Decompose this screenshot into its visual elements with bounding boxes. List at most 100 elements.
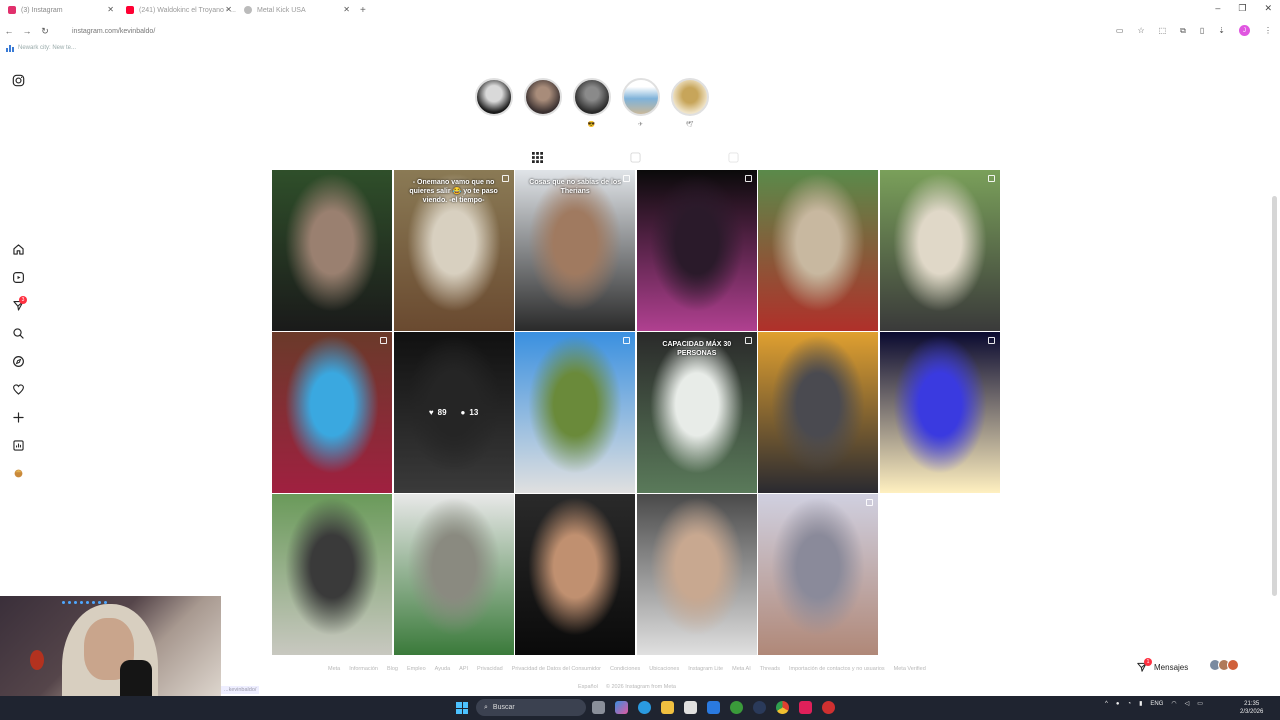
footer-link[interactable]: Información <box>349 666 378 672</box>
tab-metal-kick[interactable]: Metal Kick USA ✕ <box>236 0 354 20</box>
post-thumbnail[interactable] <box>758 170 879 331</box>
footer-link[interactable]: Threads <box>760 666 780 672</box>
reels-icon[interactable] <box>8 267 28 287</box>
post-thumbnail[interactable] <box>758 494 879 655</box>
footer-link[interactable]: Privacidad <box>477 666 503 672</box>
highlight-item[interactable] <box>523 78 562 129</box>
vscode-icon[interactable] <box>707 701 720 714</box>
highlight-item[interactable]: ✈ <box>621 78 660 129</box>
app-icon[interactable] <box>822 701 835 714</box>
messages-icon[interactable]: 3 <box>8 295 28 315</box>
chrome-icon[interactable] <box>776 701 789 714</box>
post-thumbnail[interactable] <box>879 332 1000 493</box>
footer-link[interactable]: Privacidad de Datos del Consumidor <box>512 666 601 672</box>
menu-dots-icon[interactable]: ⋮ <box>1264 26 1272 35</box>
post-thumbnail[interactable] <box>272 170 392 331</box>
footer-link[interactable]: Ubicaciones <box>649 666 679 672</box>
highlight-item[interactable]: 🕊 <box>670 78 709 129</box>
post-thumbnail[interactable] <box>758 332 879 493</box>
close-tab-icon[interactable]: ✕ <box>225 5 232 14</box>
forward-icon[interactable]: → <box>18 26 36 36</box>
puzzle-icon[interactable]: ⧉ <box>1180 26 1186 36</box>
tab-youtube[interactable]: (241) Waldokinc el Troyano - ... ✕ <box>118 0 236 20</box>
highlight-item[interactable]: 😎 <box>572 78 611 129</box>
explore-icon[interactable] <box>8 351 28 371</box>
steam-icon[interactable] <box>753 701 766 714</box>
back-icon[interactable]: ← <box>0 26 18 36</box>
battery-icon[interactable]: ▭ <box>1197 700 1203 707</box>
tab-instagram[interactable]: (3) Instagram ✕ <box>0 0 118 20</box>
footer-link[interactable]: Ayuda <box>435 666 451 672</box>
footer-link[interactable]: Meta Verified <box>894 666 926 672</box>
wifi-icon[interactable]: ◠ <box>1171 700 1176 707</box>
network-icon[interactable]: ◔ <box>1127 701 1131 707</box>
page-scrollbar[interactable] <box>1272 196 1277 596</box>
messages-button[interactable]: 1 Mensajes <box>1136 657 1188 677</box>
footer-link[interactable]: API <box>459 666 468 672</box>
post-thumbnail[interactable] <box>272 332 392 493</box>
store-icon[interactable] <box>684 701 697 714</box>
close-tab-icon[interactable]: ✕ <box>107 5 114 14</box>
volume-icon[interactable]: ◁ <box>1185 700 1190 707</box>
footer-link[interactable]: Meta <box>328 666 340 672</box>
cast-icon[interactable]: ▭ <box>1116 26 1124 35</box>
reload-icon[interactable]: ↻ <box>36 26 54 37</box>
reels-tab-icon[interactable] <box>630 152 641 166</box>
tray-app-icon[interactable]: ● <box>1116 701 1120 707</box>
edge-icon[interactable] <box>638 701 651 714</box>
bookmark-item[interactable]: Newark city: New te... <box>6 44 76 52</box>
post-thumbnail[interactable] <box>636 494 757 655</box>
tagged-tab-icon[interactable] <box>728 152 739 166</box>
copilot-icon[interactable] <box>615 701 628 714</box>
extension-icon[interactable]: ⬚ <box>1159 26 1167 35</box>
highlight-cover[interactable] <box>572 78 611 116</box>
chevron-up-icon[interactable]: ^ <box>1105 701 1108 707</box>
post-thumbnail[interactable]: ♥ 89 ● 13 <box>393 332 514 493</box>
highlight-item[interactable] <box>474 78 513 129</box>
clock[interactable]: 21:35 2/3/2026 <box>1240 700 1263 716</box>
post-thumbnail[interactable] <box>515 332 636 493</box>
restore-icon[interactable]: ❐ <box>1238 3 1246 14</box>
windows-start-icon[interactable] <box>456 702 468 714</box>
file-explorer-icon[interactable] <box>661 701 674 714</box>
new-tab-button[interactable]: + <box>360 5 366 16</box>
footer-link[interactable]: Empleo <box>407 666 426 672</box>
profile-avatar[interactable] <box>8 463 28 483</box>
search-icon[interactable] <box>8 323 28 343</box>
mic-icon[interactable]: ▮ <box>1139 700 1142 707</box>
highlight-cover[interactable] <box>523 78 562 116</box>
post-thumbnail[interactable]: Cosas que no sabías de los Therians <box>515 170 636 331</box>
downloads-icon[interactable]: ⇣ <box>1218 26 1225 35</box>
footer-link[interactable]: Condiciones <box>610 666 640 672</box>
posts-grid-icon[interactable] <box>532 152 543 166</box>
dashboard-icon[interactable] <box>8 435 28 455</box>
highlight-cover[interactable] <box>474 78 513 116</box>
post-thumbnail[interactable] <box>879 170 1000 331</box>
language-select[interactable]: Español <box>578 684 598 690</box>
close-window-icon[interactable]: ✕ <box>1264 3 1272 14</box>
language-indicator[interactable]: ENG <box>1150 701 1163 707</box>
post-thumbnail[interactable]: CAPACIDAD MÁX 30 PERSONAS <box>636 332 757 493</box>
post-thumbnail[interactable] <box>272 494 392 655</box>
tiktok-icon[interactable] <box>799 701 812 714</box>
footer-link[interactable]: Importación de contactos y no usuarios <box>789 666 885 672</box>
minimize-icon[interactable]: – <box>1215 3 1220 14</box>
highlight-cover[interactable] <box>621 78 660 116</box>
url-field[interactable]: instagram.com/kevinbaldo/ <box>72 28 155 35</box>
taskbar-search[interactable]: ⌕ Buscar <box>476 699 586 716</box>
footer-link[interactable]: Meta AI <box>732 666 751 672</box>
home-icon[interactable] <box>8 239 28 259</box>
xbox-icon[interactable] <box>730 701 743 714</box>
messages-avatars[interactable] <box>1209 659 1239 671</box>
instagram-logo-icon[interactable] <box>8 70 28 90</box>
sidepanel-icon[interactable]: ▯ <box>1200 26 1204 35</box>
highlight-cover[interactable] <box>670 78 709 116</box>
profile-avatar[interactable]: J <box>1239 25 1250 36</box>
create-icon[interactable] <box>8 407 28 427</box>
footer-link[interactable]: Instagram Lite <box>688 666 723 672</box>
task-view-icon[interactable] <box>592 701 605 714</box>
close-tab-icon[interactable]: ✕ <box>343 5 350 14</box>
post-thumbnail[interactable] <box>393 494 514 655</box>
footer-link[interactable]: Blog <box>387 666 398 672</box>
post-thumbnail[interactable]: - Onemano vamo que no quieres salir 😂 yo… <box>393 170 514 331</box>
